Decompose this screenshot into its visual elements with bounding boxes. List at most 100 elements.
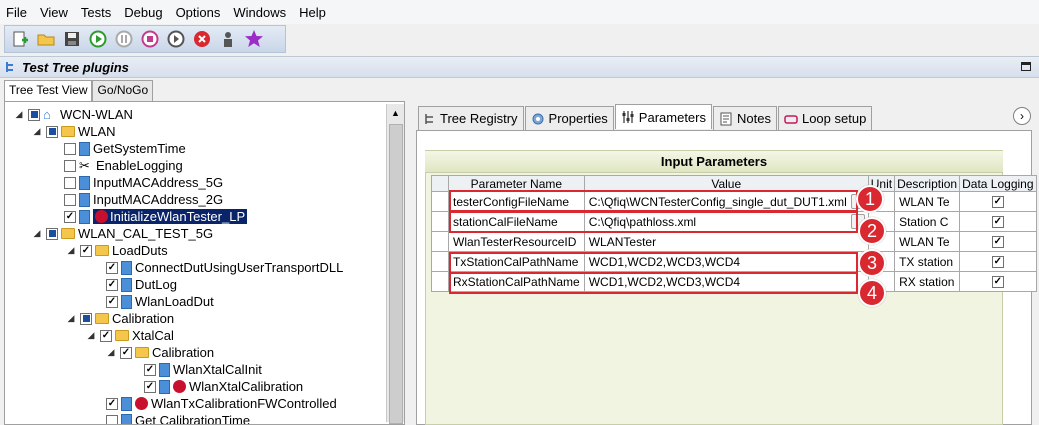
param-description-cell[interactable]: RX station [894, 271, 961, 292]
row-header[interactable] [431, 231, 449, 252]
data-logging-checkbox[interactable] [991, 235, 1004, 248]
data-logging-checkbox[interactable] [991, 255, 1004, 268]
new-test-icon[interactable] [9, 28, 31, 50]
tree-node-wlan-xtal-calibration[interactable]: WlanXtalCalibration [141, 378, 303, 395]
tree-node-enable-logging[interactable]: ✂ EnableLogging [61, 157, 183, 174]
tree-node-dut-log[interactable]: DutLog [103, 276, 177, 293]
data-logging-checkbox[interactable] [991, 215, 1004, 228]
collapse-icon[interactable]: ◢ [65, 245, 77, 256]
menu-tests[interactable]: Tests [81, 5, 111, 20]
tab-loop-setup[interactable]: Loop setup [777, 106, 873, 130]
checkbox[interactable] [106, 295, 118, 308]
tree-node-initialize-wlan-tester[interactable]: InitializeWlanTester_LP [61, 208, 248, 225]
checkbox[interactable] [64, 176, 76, 189]
scrollbar-thumb[interactable] [389, 124, 403, 424]
save-icon[interactable] [61, 28, 83, 50]
scroll-up-icon[interactable]: ▲ [391, 108, 400, 118]
tab-properties[interactable]: Properties [524, 106, 614, 130]
step-icon[interactable] [165, 28, 187, 50]
param-description-cell[interactable]: TX station [894, 251, 961, 272]
data-logging-checkbox[interactable] [991, 195, 1004, 208]
row-header[interactable] [431, 251, 449, 272]
checkbox[interactable] [106, 278, 118, 291]
collapse-icon[interactable]: ◢ [65, 313, 77, 324]
pane-splitter[interactable] [405, 101, 415, 425]
tree-node-wlan-tx-cal[interactable]: WlanTxCalibrationFWControlled [103, 395, 337, 412]
checkbox[interactable] [106, 414, 118, 424]
column-header[interactable]: Data Logging [959, 175, 1037, 192]
tree-node-wlan-load-dut[interactable]: WlanLoadDut [103, 293, 214, 310]
collapse-icon[interactable]: ◢ [13, 109, 25, 120]
checkbox[interactable] [144, 380, 156, 393]
tree-node-load-duts[interactable]: ◢ LoadDuts [65, 242, 168, 259]
tab-parameters[interactable]: Parameters [614, 104, 712, 129]
tab-tree-test-view[interactable]: Tree Test View [4, 80, 93, 102]
tab-tree-registry[interactable]: Tree Registry [418, 106, 524, 130]
pause-icon[interactable] [113, 28, 135, 50]
menu-windows[interactable]: Windows [233, 5, 286, 20]
checkbox[interactable] [46, 125, 58, 138]
tree-node-xtal-cal[interactable]: ◢ XtalCal [85, 327, 174, 344]
checkbox[interactable] [144, 363, 156, 376]
menu-debug[interactable]: Debug [124, 5, 162, 20]
tree-node-calibration[interactable]: ◢ Calibration [65, 310, 175, 327]
tree-node-wcn-wlan[interactable]: ◢ ⌂ WCN-WLAN [13, 106, 133, 123]
open-folder-icon[interactable] [35, 28, 57, 50]
checkbox[interactable] [64, 159, 76, 172]
menu-options[interactable]: Options [176, 5, 221, 20]
tree-node-calibration-sub[interactable]: ◢ Calibration [105, 344, 215, 361]
tree-node-input-mac-5g[interactable]: InputMACAddress_5G [61, 174, 223, 191]
tree-node-connect-dut[interactable]: ConnectDutUsingUserTransportDLL [103, 259, 343, 276]
menu-file[interactable]: File [6, 5, 27, 20]
maximize-icon[interactable] [1021, 62, 1031, 71]
tree-node-wlan-xtal-cal-init[interactable]: WlanXtalCalInit [141, 361, 262, 378]
param-value-cell[interactable]: WLANTester [583, 231, 869, 252]
row-header[interactable] [431, 211, 449, 232]
checkbox[interactable] [46, 227, 58, 240]
collapse-icon[interactable]: ◢ [105, 347, 117, 358]
tree-node-get-system-time[interactable]: GetSystemTime [61, 140, 186, 157]
row-header[interactable] [431, 271, 449, 292]
annotation-box-4 [449, 272, 858, 294]
annotation-badge-1: 1 [856, 185, 884, 213]
checkbox[interactable] [64, 142, 76, 155]
favorite-star-icon[interactable] [243, 28, 265, 50]
column-header[interactable]: Description [894, 175, 961, 192]
tree-node-wlan-cal-test-5g[interactable]: ◢ WLAN_CAL_TEST_5G [31, 225, 214, 242]
checkbox[interactable] [64, 193, 76, 206]
tree-node-label: XtalCal [132, 328, 174, 343]
selected-node: InitializeWlanTester_LP [93, 209, 248, 224]
tab-go-nogo[interactable]: Go/NoGo [92, 80, 154, 101]
row-header[interactable] [431, 191, 449, 212]
tab-notes[interactable]: Notes [713, 106, 777, 130]
collapse-icon[interactable]: ◢ [31, 126, 43, 137]
table-row[interactable]: WlanTesterResourceID WLANTester WLAN Te [431, 231, 1037, 252]
tree-node-get-cal-time[interactable]: Get CalibrationTime [103, 412, 250, 424]
tree-node-label: DutLog [135, 277, 177, 292]
chevron-right-icon[interactable]: › [1013, 107, 1031, 125]
tree-scrollbar[interactable]: ▲ [386, 104, 404, 424]
menu-view[interactable]: View [40, 5, 68, 20]
param-description-cell[interactable]: Station C [894, 211, 961, 232]
tree-node-wlan[interactable]: ◢ WLAN [31, 123, 116, 140]
checkbox[interactable] [106, 397, 118, 410]
checkbox[interactable] [100, 329, 112, 342]
checkbox[interactable] [120, 346, 132, 359]
checkbox[interactable] [80, 244, 92, 257]
checkbox[interactable] [28, 108, 40, 121]
user-icon[interactable] [217, 28, 239, 50]
menu-help[interactable]: Help [299, 5, 326, 20]
checkbox[interactable] [106, 261, 118, 274]
collapse-icon[interactable]: ◢ [85, 330, 97, 341]
checkbox[interactable] [64, 210, 76, 223]
tree-node-input-mac-2g[interactable]: InputMACAddress_2G [61, 191, 223, 208]
file-icon [79, 209, 90, 224]
collapse-icon[interactable]: ◢ [31, 228, 43, 239]
cancel-icon[interactable] [191, 28, 213, 50]
run-icon[interactable] [87, 28, 109, 50]
param-description-cell[interactable]: WLAN Te [894, 231, 961, 252]
param-description-cell[interactable]: WLAN Te [894, 191, 961, 212]
checkbox[interactable] [80, 312, 92, 325]
data-logging-checkbox[interactable] [991, 275, 1004, 288]
stop-icon[interactable] [139, 28, 161, 50]
